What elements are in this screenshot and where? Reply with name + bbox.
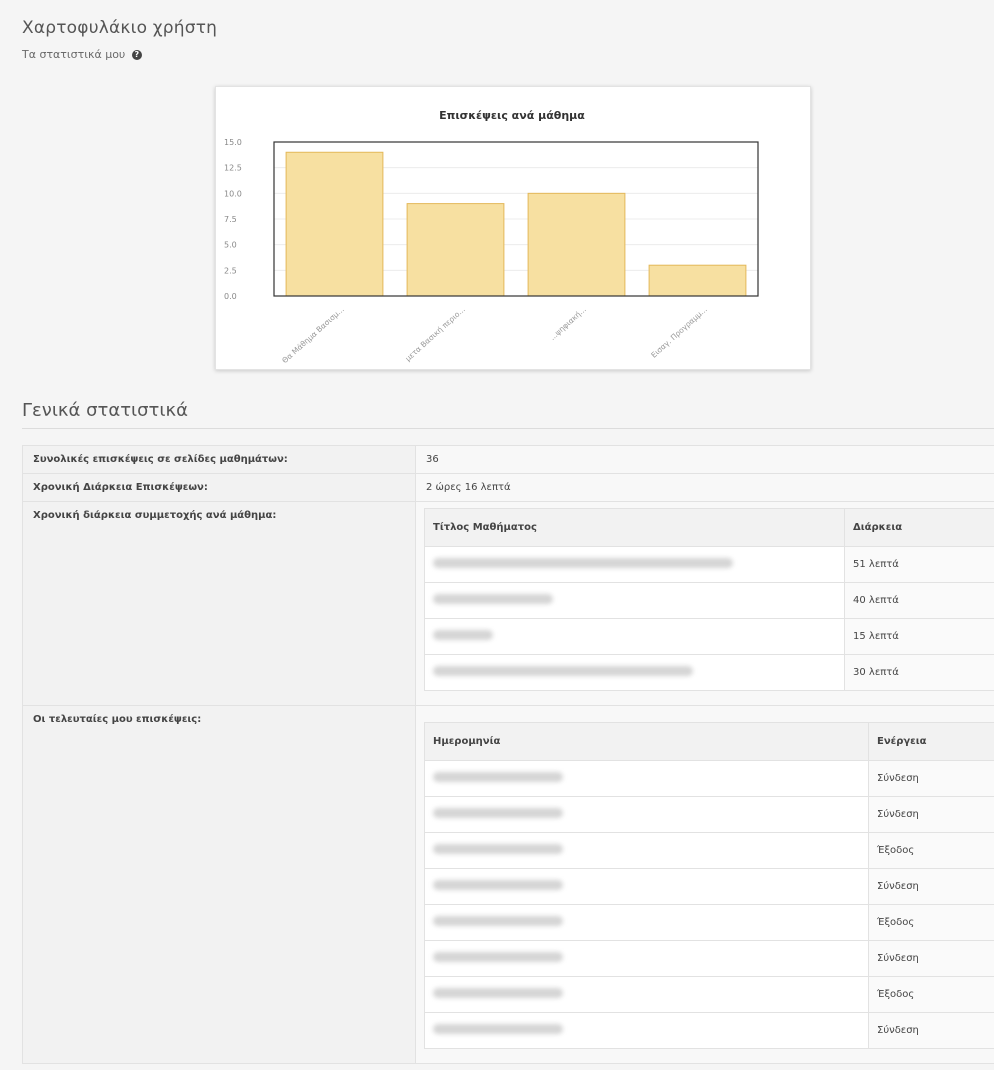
date-cell xyxy=(424,940,869,977)
course-title-cell xyxy=(424,546,845,583)
my-stats-subtitle: Τα στατιστικά μου ? xyxy=(22,48,142,61)
date-header: Ημερομηνία xyxy=(424,722,869,761)
date-cell xyxy=(424,976,869,1013)
table-row: Σύνδεση xyxy=(424,760,994,797)
subtitle-text: Τα στατιστικά μου xyxy=(22,48,126,61)
chart-bar[interactable] xyxy=(285,151,384,297)
chart-bar[interactable] xyxy=(406,203,505,297)
section-divider xyxy=(22,428,994,429)
action-cell: Σύνδεση xyxy=(868,760,994,797)
visit-duration-label: Χρονική Διάρκεια Επισκέψεων: xyxy=(22,473,416,502)
action-cell: Σύνδεση xyxy=(868,868,994,905)
duration-cell: 51 λεπτά xyxy=(844,546,994,583)
table-row: 51 λεπτά xyxy=(424,546,994,583)
x-tick-label: Εισαγ. Προγραμμ... xyxy=(649,305,709,360)
table-row: Έξοδος xyxy=(424,832,994,869)
recent-visits-label: Οι τελευταίες μου επισκέψεις: xyxy=(22,705,416,1064)
visits-per-course-chart: Επισκέψεις ανά μάθημα 15.0 12.5 10.0 7.5 5.0… xyxy=(215,86,811,370)
course-title-cell xyxy=(424,582,845,619)
question-circle-icon[interactable]: ? xyxy=(131,50,142,60)
date-cell xyxy=(424,760,869,797)
action-header: Ενέργεια xyxy=(868,722,994,761)
date-cell xyxy=(424,832,869,869)
x-tick-label: ...ψηφιακή... xyxy=(548,305,588,342)
table-row: Έξοδος xyxy=(424,976,994,1013)
general-stats-title: Γενικά στατιστικά xyxy=(22,400,188,421)
total-visits-label: Συνολικές επισκέψεις σε σελίδες μαθημάτω… xyxy=(22,445,416,474)
course-title-header: Τίτλος Μαθήματος xyxy=(424,508,845,547)
course-title-cell xyxy=(424,654,845,691)
table-row: Σύνδεση xyxy=(424,1012,994,1049)
general-stats-table: Συνολικές επισκέψεις σε σελίδες μαθημάτω… xyxy=(22,445,994,1064)
date-cell xyxy=(424,904,869,941)
action-cell: Έξοδος xyxy=(868,832,994,869)
chart-title: Επισκέψεις ανά μάθημα xyxy=(439,109,585,122)
y-tick-label: 2.5 xyxy=(224,266,237,275)
duration-cell: 15 λεπτά xyxy=(844,618,994,655)
recent-visits-row: Οι τελευταίες μου επισκέψεις: Ημερομηνία… xyxy=(22,705,994,1064)
x-tick-label: Θα Μάθημα Βασισμ... xyxy=(280,305,346,365)
chart-bar[interactable] xyxy=(648,264,747,297)
course-duration-table: Τίτλος Μαθήματος Διάρκεια 51 λεπτά 40 λε… xyxy=(424,508,994,691)
course-title-cell xyxy=(424,618,845,655)
y-tick-label: 12.5 xyxy=(224,164,242,173)
table-row: Σύνδεση xyxy=(424,796,994,833)
action-cell: Σύνδεση xyxy=(868,940,994,977)
date-cell xyxy=(424,796,869,833)
total-visits-value: 36 xyxy=(415,445,994,474)
duration-cell: 30 λεπτά xyxy=(844,654,994,691)
user-portfolio-page: Χαρτοφυλάκιο χρήστη Τα στατιστικά μου ? … xyxy=(0,0,994,1070)
y-tick-label: 10.0 xyxy=(224,189,242,198)
action-cell: Έξοδος xyxy=(868,976,994,1013)
table-row: Σύνδεση xyxy=(424,868,994,905)
course-duration-row: Χρονική διάρκεια συμμετοχής ανά μάθημα: … xyxy=(22,501,994,706)
chart-bar[interactable] xyxy=(527,192,626,297)
table-row: 40 λεπτά xyxy=(424,582,994,619)
duration-header: Διάρκεια xyxy=(844,508,994,547)
course-duration-label: Χρονική διάρκεια συμμετοχής ανά μάθημα: xyxy=(22,501,416,706)
table-row: Σύνδεση xyxy=(424,940,994,977)
action-cell: Σύνδεση xyxy=(868,796,994,833)
action-cell: Σύνδεση xyxy=(868,1012,994,1049)
duration-cell: 40 λεπτά xyxy=(844,582,994,619)
x-tick-label: μετα Βασική περιο... xyxy=(403,305,466,363)
page-title: Χαρτοφυλάκιο χρήστη xyxy=(22,18,218,38)
y-tick-label: 0.0 xyxy=(224,292,237,301)
recent-visits-table: Ημερομηνία Ενέργεια Σύνδεση Σύνδεση Έξοδος… xyxy=(424,722,994,1049)
date-cell xyxy=(424,1012,869,1049)
visit-duration-value: 2 ώρες 16 λεπτά xyxy=(415,473,994,502)
y-tick-label: 5.0 xyxy=(224,241,237,250)
table-row: Έξοδος xyxy=(424,904,994,941)
y-tick-label: 7.5 xyxy=(224,215,237,224)
action-cell: Έξοδος xyxy=(868,904,994,941)
chart-svg: Επισκέψεις ανά μάθημα 15.0 12.5 10.0 7.5 5.0… xyxy=(224,109,759,365)
y-tick-label: 15.0 xyxy=(224,138,242,147)
date-cell xyxy=(424,868,869,905)
total-visits-row: Συνολικές επισκέψεις σε σελίδες μαθημάτω… xyxy=(22,445,994,474)
visit-duration-row: Χρονική Διάρκεια Επισκέψεων: 2 ώρες 16 λ… xyxy=(22,473,994,502)
table-row: 15 λεπτά xyxy=(424,618,994,655)
table-row: 30 λεπτά xyxy=(424,654,994,691)
